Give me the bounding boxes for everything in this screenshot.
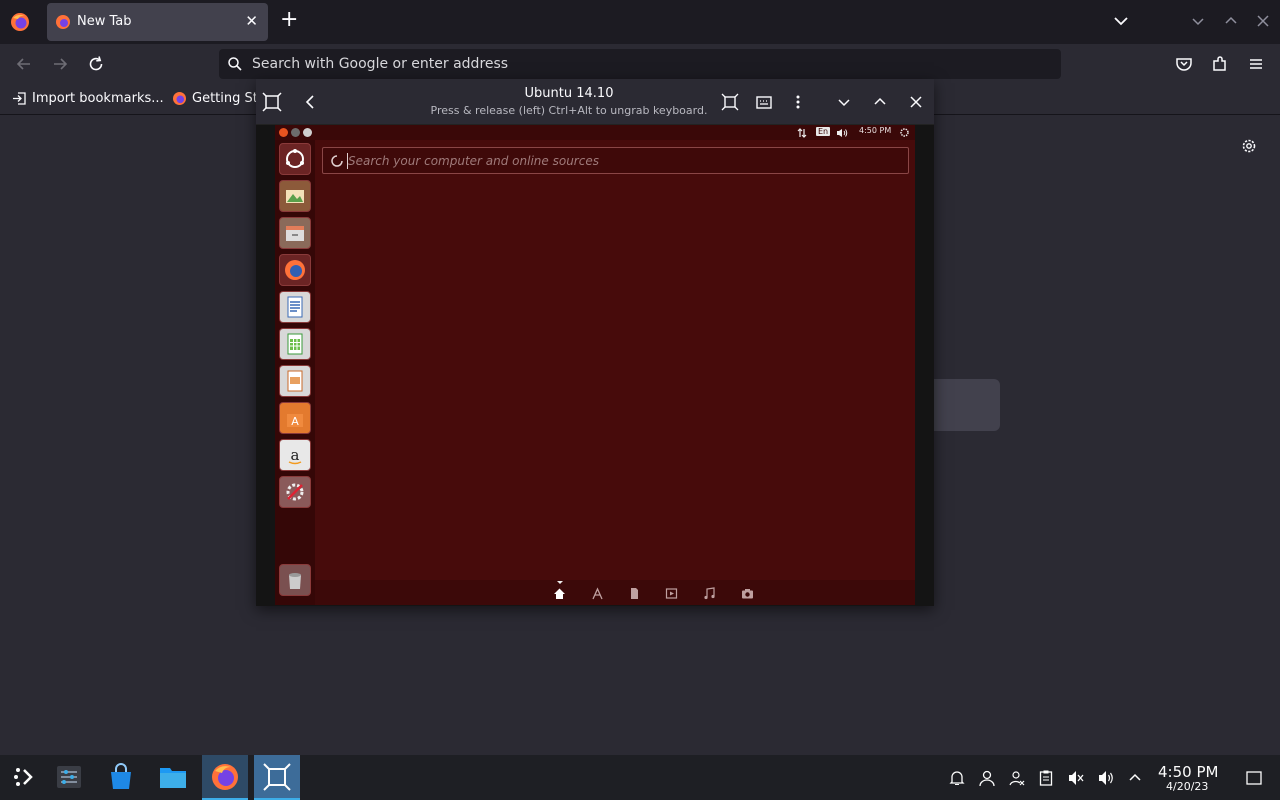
writer-icon[interactable] [279,291,311,323]
system-taskbar [0,755,1280,800]
software-center-icon[interactable]: A [279,402,311,434]
taskbar-firefox[interactable] [202,755,248,800]
svg-text:A: A [291,415,299,428]
bookmark-label: Import bookmarks... [32,91,164,106]
sliders-icon [57,766,81,788]
browser-navbar: Search with Google or enter address [0,44,1280,84]
pocket-icon[interactable] [1174,54,1194,74]
keyboard-shortcuts-icon[interactable] [754,92,774,112]
guest-display[interactable]: En 4:50 PM A a Search your computer and … [275,125,915,605]
session-gear-icon[interactable] [899,127,910,138]
tab-title: New Tab [77,14,132,29]
taskbar-system-settings[interactable] [46,755,92,800]
taskbar-boxes[interactable] [254,755,300,800]
extensions-icon[interactable] [1210,54,1230,74]
files-lens-icon[interactable] [628,587,641,600]
music-lens-icon[interactable] [703,587,716,600]
search-icon [228,57,242,71]
unity-top-panel: En 4:50 PM [275,125,915,140]
close-window-icon[interactable] [1254,12,1272,30]
back-arrow-icon[interactable] [14,54,34,74]
guest-clock[interactable]: 4:50 PM [859,126,891,135]
minimize-icon[interactable] [834,92,854,112]
clipboard-icon[interactable] [1037,769,1055,787]
firefox-favicon-icon [56,15,70,29]
import-icon [13,92,26,105]
maximize-dash-icon[interactable] [303,128,312,137]
photo-shotwell-icon[interactable] [279,180,311,212]
svg-text:a: a [291,446,300,464]
application-launcher[interactable] [0,755,46,800]
app-launcher-icon [14,768,33,786]
video-lens-icon[interactable] [665,587,678,600]
close-tab-icon[interactable]: ✕ [245,12,258,30]
vm-headerbar: Ubuntu 14.10 Press & release (left) Ctrl… [256,79,934,125]
close-dash-icon[interactable] [279,128,288,137]
system-settings-icon[interactable] [279,476,311,508]
forward-arrow-icon[interactable] [50,54,70,74]
clock-date[interactable]: 4/20/23 [1166,780,1208,793]
amazon-icon[interactable]: a [279,439,311,471]
fullscreen-icon[interactable] [720,92,740,112]
clock-time[interactable]: 4:50 PM [1158,763,1218,781]
minimize-window-icon[interactable] [1189,12,1207,30]
boxes-app-icon [263,763,291,791]
firefox-favicon-icon [173,92,186,105]
address-placeholder: Search with Google or enter address [252,56,509,72]
dash-lens-bar [315,580,915,605]
unity-launcher: A a [275,140,315,605]
volume-icon[interactable] [836,128,848,138]
shortcut-tile[interactable] [934,379,1000,431]
photo-lens-icon[interactable] [741,587,754,600]
files-icon[interactable] [279,217,311,249]
calc-icon[interactable] [279,328,311,360]
bookmark-label: Getting St [192,91,258,106]
maximize-window-icon[interactable] [1222,12,1240,30]
store-bag-icon [111,763,131,789]
minimize-dash-icon[interactable] [291,128,300,137]
firefox-menu-icon[interactable] [10,12,30,32]
tray-expand-icon[interactable] [1126,769,1144,787]
home-lens-icon[interactable] [553,587,566,600]
show-desktop-icon[interactable] [1245,769,1263,787]
vm-window: Ubuntu 14.10 Press & release (left) Ctrl… [256,79,934,606]
trash-icon[interactable] [279,564,311,596]
close-icon[interactable] [906,92,926,112]
dash-search-input[interactable]: Search your computer and online sources [322,147,909,174]
volume-icon[interactable] [1097,769,1115,787]
address-bar[interactable]: Search with Google or enter address [219,49,1061,79]
more-options-icon[interactable] [788,92,808,112]
hamburger-menu-icon[interactable] [1246,54,1266,74]
firefox-icon [212,764,238,790]
search-spinner-icon [331,155,343,167]
list-all-tabs-icon[interactable] [1112,12,1130,30]
reload-icon[interactable] [86,54,106,74]
impress-icon[interactable] [279,365,311,397]
tab-new-tab[interactable]: New Tab ✕ [47,3,268,41]
accounts-icon[interactable] [1008,769,1026,787]
user-icon[interactable] [978,769,996,787]
apps-lens-icon[interactable] [591,587,604,600]
active-lens-marker [557,581,563,584]
browser-tabbar: New Tab ✕ + [0,0,1280,44]
new-tab-button[interactable]: + [280,9,298,31]
dash-home-icon[interactable] [279,143,311,175]
keyboard-layout-indicator[interactable]: En [816,127,831,136]
settings-gear-icon[interactable] [1240,137,1258,155]
taskbar-file-manager[interactable] [150,755,196,800]
maximize-icon[interactable] [870,92,890,112]
notifications-icon[interactable] [948,769,966,787]
bookmark-getting-started[interactable]: Getting St [172,91,258,106]
taskbar-discover[interactable] [98,755,144,800]
firefox-icon[interactable] [279,254,311,286]
dash-search-placeholder: Search your computer and online sources [348,154,599,168]
microphone-muted-icon[interactable] [1067,769,1085,787]
folder-icon [160,768,186,788]
network-icon[interactable] [797,128,807,138]
bookmark-import[interactable]: Import bookmarks... [12,91,164,106]
